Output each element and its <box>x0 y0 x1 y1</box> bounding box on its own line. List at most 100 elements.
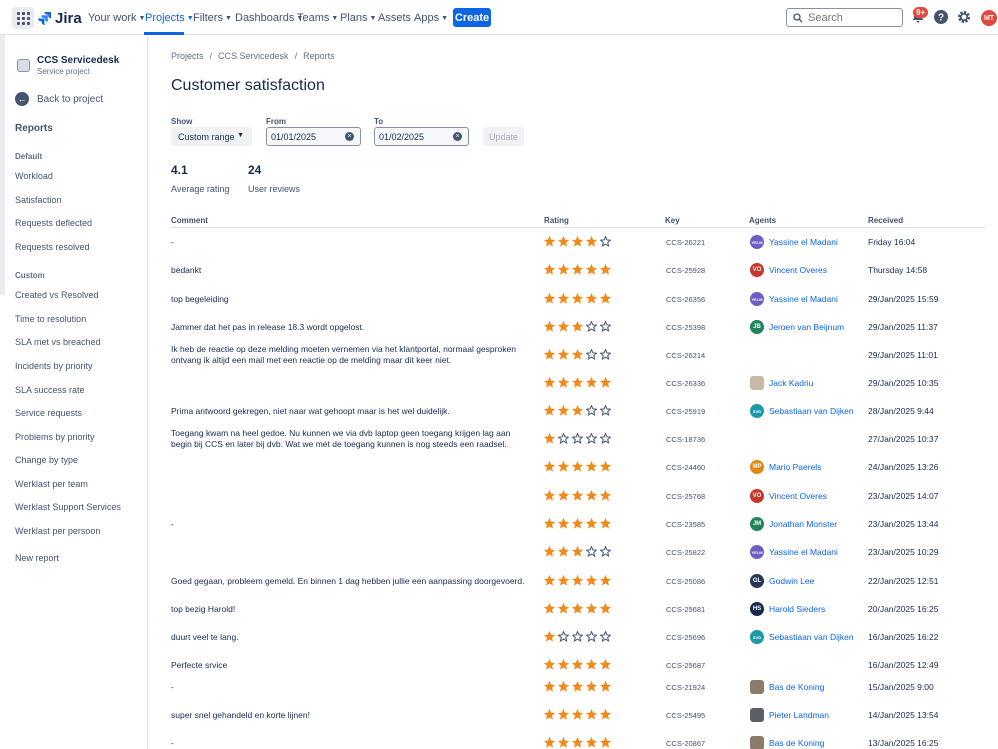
table-row[interactable]: - CCS-21924 Bas de Koning 15/Jan/2025 9:00 <box>171 680 986 708</box>
agent[interactable]: Bas de Koning <box>750 736 824 749</box>
column-header-received[interactable]: Received <box>868 216 903 225</box>
table-row[interactable]: Toegang kwam na heel gedoe. Nu kunnen we… <box>171 428 986 460</box>
table-row[interactable]: - CCS-26221 YELM Yassine el Madani Friday 16… <box>171 235 986 263</box>
agent[interactable]: SVD Sebastiaan van Dijken <box>750 404 854 418</box>
sidebar-item-incidents-by-priority[interactable]: Incidents by priority <box>15 361 93 371</box>
agent[interactable]: Bas de Koning <box>750 680 824 694</box>
table-row[interactable]: top begeleiding CCS-26356 YELM Yassine el M… <box>171 292 986 320</box>
issue-key[interactable]: CCS-26221 <box>666 238 705 247</box>
issue-key[interactable]: CCS-25928 <box>666 266 705 275</box>
agent[interactable]: VO Vincent Overes <box>750 489 827 503</box>
clear-icon[interactable]: × <box>345 132 354 141</box>
column-header-key[interactable]: Key <box>665 216 680 225</box>
user-avatar[interactable]: MT <box>981 10 997 26</box>
agent-name-link[interactable]: Bas de Koning <box>769 682 824 692</box>
table-row[interactable]: top bezig Harold! CCS-25681 HS Harold Siede… <box>171 602 986 630</box>
to-date-field[interactable]: 01/02/2025 × <box>374 127 469 146</box>
table-row[interactable]: - CCS-23585 JM Jonathan Monster 23/Jan/2025 … <box>171 517 986 545</box>
column-header-comment[interactable]: Comment <box>171 216 208 225</box>
help-icon[interactable]: ? <box>933 9 949 25</box>
agent-name-link[interactable]: Harold Sieders <box>769 604 825 614</box>
column-header-rating[interactable]: Rating <box>544 216 569 225</box>
issue-key[interactable]: CCS-25687 <box>666 661 705 670</box>
back-to-project-link[interactable]: Back to project <box>37 94 103 105</box>
jira-logo[interactable]: Jira <box>37 8 82 28</box>
issue-key[interactable]: CCS-25681 <box>666 605 705 614</box>
app-switcher-icon[interactable] <box>12 7 34 29</box>
issue-key[interactable]: CCS-25398 <box>666 323 705 332</box>
agent[interactable]: Jack Kadriu <box>750 376 813 390</box>
issue-key[interactable]: CCS-23585 <box>666 520 705 529</box>
issue-key[interactable]: CCS-26214 <box>666 351 705 360</box>
breadcrumb-projects[interactable]: Projects <box>171 51 204 61</box>
table-row[interactable]: super snel gehandeld en korte lijnen! CCS… <box>171 708 986 736</box>
breadcrumb-reports[interactable]: Reports <box>303 51 335 61</box>
agent-name-link[interactable]: Pieter Landman <box>769 710 829 720</box>
issue-key[interactable]: CCS-26356 <box>666 295 705 304</box>
agent-name-link[interactable]: Yassine el Madani <box>769 294 838 304</box>
sidebar-item-time-to-resolution[interactable]: Time to resolution <box>15 314 86 324</box>
settings-gear-icon[interactable] <box>956 9 972 25</box>
sidebar-item-created-vs-resolved[interactable]: Created vs Resolved <box>15 290 99 300</box>
sidebar-item-requests-resolved[interactable]: Requests resolved <box>15 242 90 252</box>
sidebar-item-service-requests[interactable]: Service requests <box>15 408 82 418</box>
agent-name-link[interactable]: Yassine el Madani <box>769 237 838 247</box>
update-button[interactable]: Update <box>483 127 524 146</box>
issue-key[interactable]: CCS-25696 <box>666 633 705 642</box>
breadcrumb-project[interactable]: CCS Servicedesk <box>218 51 289 61</box>
from-date-field[interactable]: 01/01/2025 × <box>266 127 361 146</box>
table-row[interactable]: CCS-25822 YELM Yassine el Madani 23/Jan/202… <box>171 545 986 573</box>
nav-teams[interactable]: Teams ▼ <box>297 12 338 24</box>
agent[interactable]: JB Jeroen van Beijnum <box>750 320 844 334</box>
agent[interactable]: VO Vincent Overes <box>750 263 827 277</box>
agent-name-link[interactable]: Sebastiaan van Dijken <box>769 632 854 642</box>
agent-name-link[interactable]: Sebastiaan van Dijken <box>769 406 854 416</box>
nav-projects[interactable]: Projects ▼ <box>145 12 194 24</box>
table-row[interactable]: bedankt CCS-25928 VO Vincent Overes Thursday… <box>171 263 986 291</box>
agent-name-link[interactable]: Jeroen van Beijnum <box>769 322 844 332</box>
back-arrow-icon[interactable]: ← <box>15 92 29 106</box>
agent-name-link[interactable]: Vincent Overes <box>769 491 827 501</box>
agent-name-link[interactable]: Yassine el Madani <box>769 547 838 557</box>
issue-key[interactable]: CCS-20867 <box>666 739 705 748</box>
agent-name-link[interactable]: Jack Kadriu <box>769 378 813 388</box>
agent[interactable]: YELM Yassine el Madani <box>750 292 838 306</box>
search-input[interactable] <box>808 11 888 24</box>
table-row[interactable]: CCS-25768 VO Vincent Overes 23/Jan/2025 14:… <box>171 489 986 517</box>
issue-key[interactable]: CCS-26336 <box>666 379 705 388</box>
sidebar-item-satisfaction[interactable]: Satisfaction <box>15 195 62 205</box>
issue-key[interactable]: CCS-25919 <box>666 407 705 416</box>
sidebar-item-werklast-per-persoon[interactable]: Werklast per persoon <box>15 526 100 536</box>
show-range-select[interactable]: Custom range ▼ <box>171 127 252 146</box>
sidebar-item-problems-by-priority[interactable]: Problems by priority <box>15 432 95 442</box>
table-row[interactable]: CCS-26336 Jack Kadriu 29/Jan/2025 10:35 <box>171 376 986 404</box>
agent[interactable]: JM Jonathan Monster <box>750 517 837 531</box>
new-report-link[interactable]: New report <box>15 553 59 563</box>
issue-key[interactable]: CCS-25822 <box>666 548 705 557</box>
agent-name-link[interactable]: Mario Paerels <box>769 462 821 472</box>
table-row[interactable]: Ik heb de reactie op deze melding moeten… <box>171 344 986 376</box>
issue-key[interactable]: CCS-21924 <box>666 683 705 692</box>
issue-key[interactable]: CCS-24460 <box>666 463 705 472</box>
sidebar-item-requests-deflected[interactable]: Requests deflected <box>15 218 92 228</box>
nav-filters[interactable]: Filters ▼ <box>193 12 232 24</box>
sidebar-item-werklast-per-team[interactable]: Werklast per team <box>15 479 88 489</box>
agent-name-link[interactable]: Bas de Koning <box>769 738 824 748</box>
agent[interactable]: YELM Yassine el Madani <box>750 545 838 559</box>
sidebar-item-werklast-support-services[interactable]: Werklast Support Services <box>15 502 121 512</box>
agent[interactable]: HS Harold Sieders <box>750 602 825 616</box>
issue-key[interactable]: CCS-18736 <box>666 435 705 444</box>
sidebar-item-change-by-type[interactable]: Change by type <box>15 455 78 465</box>
search-box[interactable] <box>786 8 903 27</box>
agent-name-link[interactable]: Godwin Lee <box>769 576 814 586</box>
table-row[interactable]: duurt veel te lang. CCS-25696 SVD Sebastiaa… <box>171 630 986 658</box>
agent-name-link[interactable]: Vincent Overes <box>769 265 827 275</box>
agent[interactable]: SVD Sebastiaan van Dijken <box>750 630 854 644</box>
agent[interactable]: MP Mario Paerels <box>750 460 821 474</box>
agent-name-link[interactable]: Jonathan Monster <box>769 519 837 529</box>
agent[interactable]: YELM Yassine el Madani <box>750 235 838 249</box>
nav-dashboards[interactable]: Dashboards ▼ <box>235 12 303 24</box>
issue-key[interactable]: CCS-25495 <box>666 711 705 720</box>
column-header-agents[interactable]: Agents <box>749 216 776 225</box>
nav-apps[interactable]: Apps ▼ <box>414 12 448 24</box>
